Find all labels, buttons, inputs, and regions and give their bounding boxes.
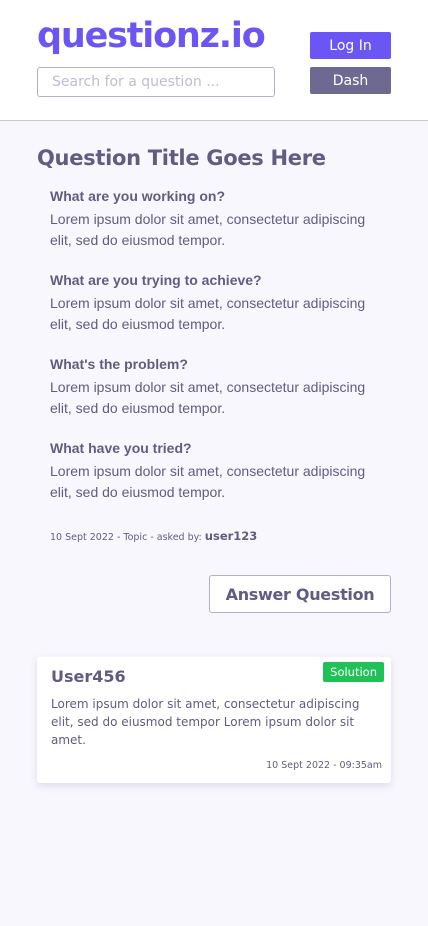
section-text: Lorem ipsum dolor sit amet, consectetur … xyxy=(50,463,366,500)
question-title: Question Title Goes Here xyxy=(37,146,326,170)
section-heading: What are you working on? xyxy=(50,188,226,204)
section-text: Lorem ipsum dolor sit amet, consectetur … xyxy=(50,379,366,416)
section-heading: What's the problem? xyxy=(50,356,188,372)
answer-body: Lorem ipsum dolor sit amet, consectetur … xyxy=(51,697,360,747)
logo[interactable]: questionz.io xyxy=(37,16,266,56)
question-section: What have you tried? Lorem ipsum dolor s… xyxy=(50,439,390,503)
section-text: Lorem ipsum dolor sit amet, consectetur … xyxy=(50,211,366,248)
section-heading: What are you trying to achieve? xyxy=(50,272,262,288)
search-input[interactable] xyxy=(37,67,275,97)
question-section: What are you working on? Lorem ipsum dol… xyxy=(50,187,390,251)
dash-button[interactable]: Dash xyxy=(310,67,391,94)
login-button[interactable]: Log In xyxy=(310,32,391,59)
question-meta: 10 Sept 2022 - Topic - asked by: user123 xyxy=(50,529,257,543)
section-text: Lorem ipsum dolor sit amet, consectetur … xyxy=(50,295,366,332)
answer-card: User456 Solution Lorem ipsum dolor sit a… xyxy=(37,657,391,783)
meta-text: 10 Sept 2022 - Topic - asked by: xyxy=(50,532,202,543)
answer-question-button[interactable]: Answer Question xyxy=(209,575,391,613)
answer-timestamp: 10 Sept 2022 - 09:35am xyxy=(266,760,382,771)
asked-by-user[interactable]: user123 xyxy=(205,529,258,543)
top-header: questionz.io Log In Dash xyxy=(0,0,428,121)
answer-username[interactable]: User456 xyxy=(51,667,126,686)
question-section: What are you trying to achieve? Lorem ip… xyxy=(50,271,390,335)
question-section: What's the problem? Lorem ipsum dolor si… xyxy=(50,355,390,419)
solution-badge: Solution xyxy=(323,662,384,682)
section-heading: What have you tried? xyxy=(50,440,192,456)
